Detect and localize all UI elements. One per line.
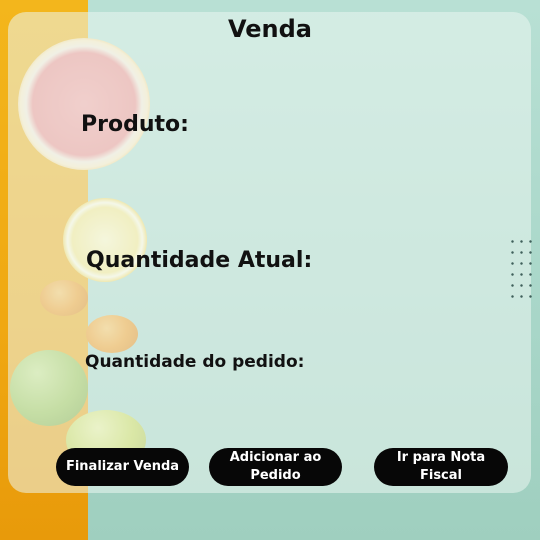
page-title: Venda [228,15,312,43]
go-to-invoice-button[interactable]: Ir para Nota Fiscal [374,448,508,486]
order-quantity-label: Quantidade do pedido: [85,352,305,372]
dot-grid-decoration [508,236,538,306]
current-quantity-label: Quantidade Atual: [86,248,313,273]
finalize-sale-button[interactable]: Finalizar Venda [56,448,189,486]
product-label: Produto: [81,112,189,137]
add-to-order-button[interactable]: Adicionar ao Pedido [209,448,342,486]
